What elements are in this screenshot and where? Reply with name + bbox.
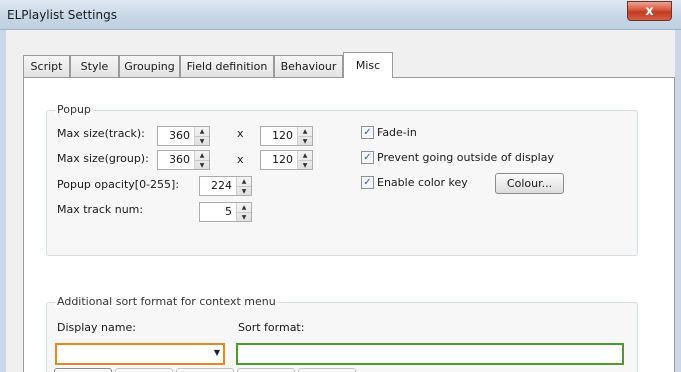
colour-button[interactable]: Colour... [495, 173, 564, 194]
color-key-checkbox[interactable]: ✓ Enable color key [361, 176, 468, 189]
spinner-arrows-icon[interactable]: ▲ ▼ [297, 151, 312, 169]
add-button[interactable]: add [54, 368, 112, 372]
display-name-combobox[interactable]: ▼ [55, 343, 225, 365]
display-name-label: Display name: [57, 321, 136, 334]
max-track-num-label: Max track num: [57, 203, 144, 216]
max-size-group-label: Max size(group): [57, 152, 149, 165]
tab-behaviour[interactable]: Behaviour [274, 55, 343, 77]
fade-in-checkbox[interactable]: ✓ Fade-in [361, 126, 417, 139]
times-symbol: x [237, 153, 244, 166]
color-key-label: Enable color key [377, 176, 468, 189]
close-icon: x [645, 3, 654, 19]
fade-in-label: Fade-in [377, 126, 417, 139]
max-size-track-label: Max size(track): [57, 127, 145, 140]
max-size-track-height-spinner[interactable]: 120 ▲ ▼ [260, 126, 313, 146]
popup-opacity-label: Popup opacity[0-255]: [57, 178, 180, 191]
close-button[interactable]: x [627, 1, 672, 21]
tab-field-definition[interactable]: Field definition [180, 55, 274, 77]
popup-group: Popup Max size(track): 360 ▲ ▼ x 120 ▲ ▼ M… [46, 103, 638, 256]
spinner-arrows-icon[interactable]: ▲ ▼ [236, 177, 251, 195]
window-title: ELPlaylist Settings [7, 8, 117, 22]
max-size-group-width-spinner[interactable]: 360 ▲ ▼ [157, 150, 210, 170]
popup-legend: Popup [55, 103, 93, 116]
popup-opacity-spinner[interactable]: 224 ▲ ▼ [199, 176, 252, 196]
delete-button[interactable]: delete [115, 368, 173, 372]
title-bar: ELPlaylist Settings x [0, 0, 681, 30]
up-button[interactable]: up [237, 368, 295, 372]
sort-format-input[interactable] [236, 343, 624, 365]
tab-script[interactable]: Script [23, 55, 70, 77]
tab-misc[interactable]: Misc [343, 52, 393, 78]
tab-grouping[interactable]: Grouping [119, 55, 180, 77]
tab-style[interactable]: Style [70, 55, 119, 77]
spinner-arrows-icon[interactable]: ▲ ▼ [297, 127, 312, 145]
update-button[interactable]: update [176, 368, 234, 372]
checkmark-icon: ✓ [361, 151, 374, 164]
dropdown-arrow-icon[interactable]: ▼ [214, 348, 220, 357]
sort-format-group: Additional sort format for context menu … [46, 295, 638, 372]
max-track-num-spinner[interactable]: 5 ▲ ▼ [199, 202, 252, 222]
prevent-outside-label: Prevent going outside of display [377, 151, 554, 164]
sort-format-label: Sort format: [238, 321, 305, 334]
checkmark-icon: ✓ [361, 176, 374, 189]
dialog-body: Script Style Grouping Field definition B… [0, 30, 681, 372]
times-symbol: x [237, 127, 244, 140]
sort-format-legend: Additional sort format for context menu [55, 295, 278, 308]
down-button[interactable]: down [298, 368, 356, 372]
tab-panel-misc: Popup Max size(track): 360 ▲ ▼ x 120 ▲ ▼ M… [23, 77, 675, 372]
max-size-group-height-spinner[interactable]: 120 ▲ ▼ [260, 150, 313, 170]
max-size-track-width-spinner[interactable]: 360 ▲ ▼ [157, 126, 210, 146]
prevent-outside-checkbox[interactable]: ✓ Prevent going outside of display [361, 151, 554, 164]
spinner-arrows-icon[interactable]: ▲ ▼ [194, 151, 209, 169]
spinner-arrows-icon[interactable]: ▲ ▼ [236, 203, 251, 221]
spinner-arrows-icon[interactable]: ▲ ▼ [194, 127, 209, 145]
checkmark-icon: ✓ [361, 126, 374, 139]
